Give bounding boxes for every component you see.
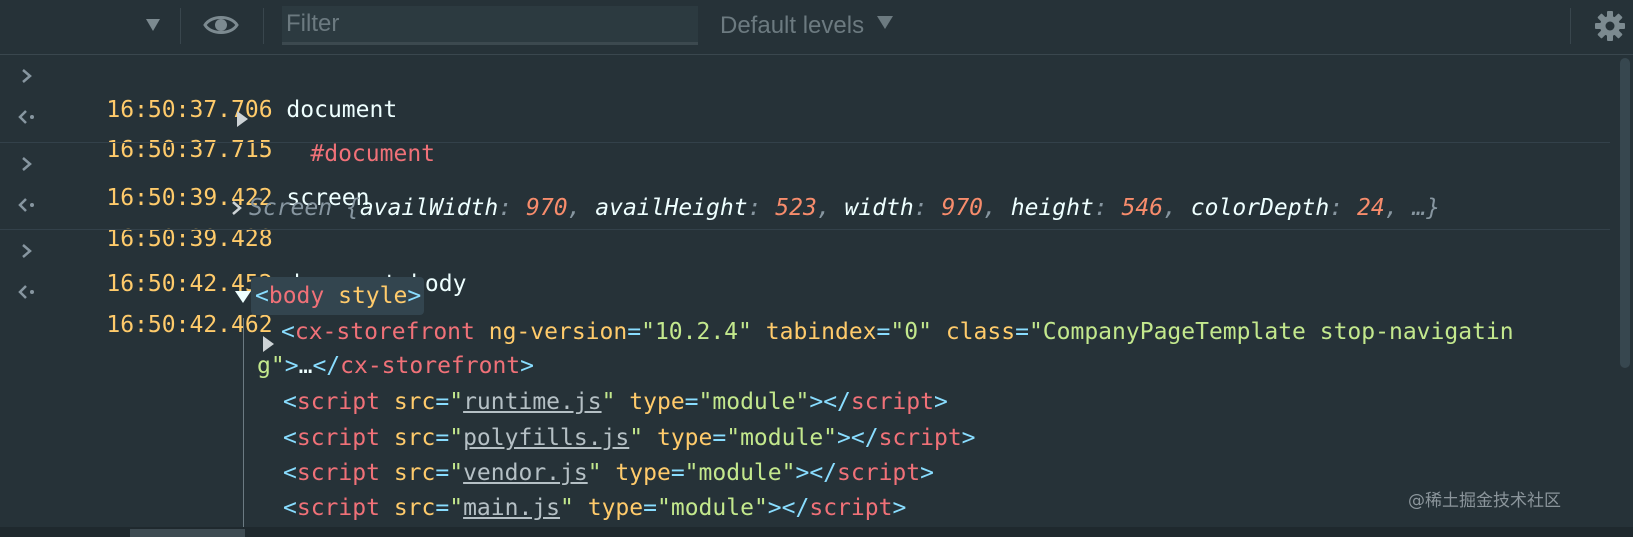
attr-value: module — [698, 460, 782, 486]
attr-name: style — [338, 283, 408, 309]
attr-name: type — [615, 460, 671, 486]
script-node[interactable]: <script src="main.js" type="module"></sc… — [283, 492, 906, 524]
script-src-link[interactable]: vendor.js — [463, 460, 588, 486]
levels-label: Default levels — [720, 12, 865, 39]
tag-name: script — [296, 425, 380, 451]
tag-name: cx-storefront — [340, 353, 521, 379]
result-arrow-icon — [17, 196, 37, 218]
tag-name: script — [878, 425, 962, 451]
attr-name: type — [629, 389, 685, 415]
tag-name: script — [296, 389, 380, 415]
script-src-link[interactable]: polyfills.js — [463, 425, 629, 451]
prop-key: colorDepth — [1190, 195, 1330, 221]
prop-value: 546 — [1121, 195, 1164, 221]
attr-value: module — [670, 495, 754, 521]
timestamp: 16:50:42.462 — [106, 312, 273, 338]
prop-value: 970 — [526, 195, 568, 221]
result-arrow-icon — [17, 283, 37, 305]
horizontal-scrollbar-thumb[interactable] — [130, 529, 245, 537]
prop-key: availWidth — [359, 195, 499, 221]
filter-input[interactable] — [282, 6, 696, 42]
input-prompt-icon — [20, 155, 34, 177]
tag-name: cx-storefront — [294, 319, 475, 345]
log-levels-dropdown[interactable]: Default levels — [720, 9, 893, 43]
chevron-right-icon[interactable] — [230, 199, 244, 221]
toolbar-divider — [263, 8, 264, 44]
attr-name: class — [945, 319, 1016, 345]
tag-name: script — [296, 495, 380, 521]
attr-name: type — [656, 425, 713, 451]
tag-name: script — [809, 495, 893, 521]
chevron-down-icon — [876, 16, 893, 29]
script-src-link[interactable]: main.js — [463, 495, 560, 521]
entry-divider — [0, 229, 1610, 230]
attr-value: module — [740, 425, 824, 451]
vertical-scrollbar-thumb[interactable] — [1620, 58, 1630, 368]
result-arrow-icon — [17, 108, 37, 130]
collapse-triangle-icon[interactable] — [235, 291, 251, 303]
open-brace: { — [345, 195, 360, 221]
tag-name: script — [837, 460, 921, 486]
context-dropdown-icon[interactable] — [146, 19, 160, 31]
input-prompt-icon — [20, 67, 34, 89]
prop-key: width — [844, 195, 914, 221]
attr-name: src — [393, 425, 436, 451]
attr-value-wrap: g — [257, 353, 271, 379]
tag-name: script — [850, 389, 934, 415]
prop-value: 24 — [1356, 195, 1385, 221]
attr-value: module — [712, 389, 796, 415]
watermark: @稀土掘金技术社区 — [1408, 491, 1561, 511]
attr-value: 10.2.4 — [654, 319, 739, 345]
screen-object-preview[interactable]: Screen {availWidth: 970, availHeight: 52… — [249, 192, 1440, 224]
attr-value: 0 — [904, 319, 919, 345]
script-node[interactable]: <script src="vendor.js" type="module"></… — [283, 457, 934, 489]
attr-name: type — [587, 495, 644, 521]
toolbar-divider — [180, 8, 181, 44]
toolbar-divider — [1570, 8, 1571, 44]
prop-key: height — [1010, 195, 1094, 221]
tag-name: script — [296, 460, 380, 486]
tree-guide-line — [243, 318, 244, 537]
prop-value: 970 — [941, 195, 984, 221]
object-name: Screen — [249, 195, 333, 221]
expand-triangle-icon[interactable] — [237, 111, 248, 127]
prop-key: availHeight — [595, 195, 748, 221]
script-node[interactable]: <script src="runtime.js" type="module"><… — [283, 386, 948, 418]
attr-name: tabindex — [765, 319, 877, 345]
eye-icon[interactable] — [203, 10, 239, 44]
ellipsis: …} — [1412, 195, 1441, 221]
script-src-link[interactable]: runtime.js — [463, 389, 601, 415]
console-toolbar: Default levels — [0, 0, 1633, 55]
attr-name: src — [393, 389, 436, 415]
filter-box — [282, 6, 698, 45]
input-prompt-icon — [20, 242, 34, 264]
prop-value: 523 — [775, 195, 817, 221]
storefront-node[interactable]: <cx-storefront ng-version="10.2.4" tabin… — [281, 316, 1514, 348]
tag-name: body — [268, 283, 325, 309]
attr-name: ng-version — [488, 319, 628, 345]
entry-divider — [0, 142, 1610, 143]
collapsed-ellipsis: … — [298, 353, 313, 379]
attr-name: src — [393, 495, 436, 521]
script-node[interactable]: <script src="polyfills.js" type="module"… — [283, 422, 976, 454]
attr-name: src — [393, 460, 436, 486]
attr-value: CompanyPageTemplate stop-navigatin — [1042, 319, 1514, 345]
storefront-node-wrap[interactable]: g">…</cx-storefront> — [257, 350, 534, 382]
body-node[interactable]: <body style> — [255, 280, 421, 312]
gear-icon[interactable] — [1594, 10, 1626, 46]
